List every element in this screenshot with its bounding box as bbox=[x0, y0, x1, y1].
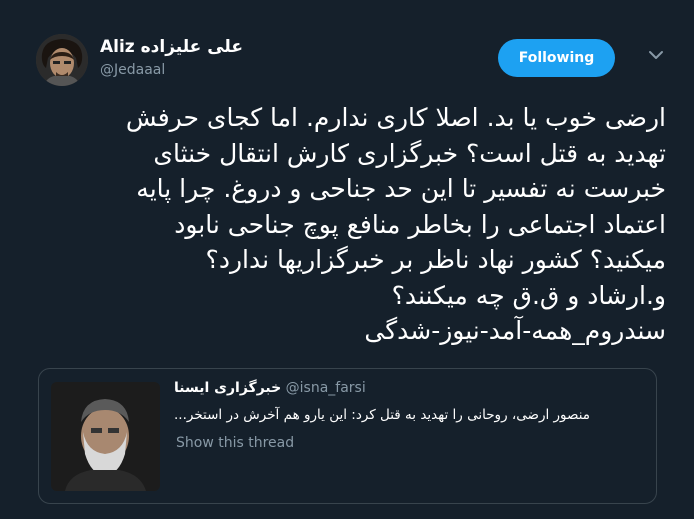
author-display-name[interactable]: Aliz علی علیزاده bbox=[100, 37, 243, 57]
tweet-line: اعتماد اجتماعی را بخاطر منافع پوچ جناحی … bbox=[174, 209, 666, 239]
author-handle[interactable]: @Jedaaal bbox=[100, 62, 165, 78]
quoted-author-name: خبرگزاری ایسنا bbox=[174, 380, 282, 396]
author-avatar[interactable] bbox=[36, 34, 88, 86]
tweet-line: خبرست نه تفسیر تا این حد جناحی و دروغ. چ… bbox=[136, 174, 666, 203]
tweet-text: ارضی خوب یا بد. اصلا کاری ندارم. اما کجا… bbox=[34, 100, 666, 349]
tweet-line-hashtag[interactable]: سندروم_همه-آمد-نیوز-شدگی bbox=[34, 313, 666, 349]
tweet-line: و.ارشاد و ق.ق چه میکنند؟ bbox=[391, 280, 666, 310]
quoted-author-handle: @isna_farsi bbox=[285, 380, 366, 396]
following-button[interactable]: Following bbox=[498, 39, 615, 77]
quoted-tweet-image[interactable] bbox=[51, 382, 160, 491]
quoted-tweet-text: منصور ارضی، روحانی را تهدید به قتل کرد: … bbox=[174, 407, 591, 423]
tweet-line: میکنید؟ کشور نهاد ناظر بر خبرگزاریها ندا… bbox=[205, 245, 666, 274]
quoted-tweet-card[interactable]: خبرگزاری ایسنا @isna_farsi منصور ارضی، ر… bbox=[38, 368, 657, 504]
author-name-persian: علی علیزاده bbox=[140, 37, 243, 57]
author-name-latin: Aliz bbox=[100, 37, 135, 57]
tweet-line: تهدید به قتل است؟ خبرگزاری کارش انتقال خ… bbox=[153, 138, 666, 168]
quoted-tweet-header: خبرگزاری ایسنا @isna_farsi bbox=[174, 380, 639, 402]
tweet-line: ارضی خوب یا بد. اصلا کاری ندارم. اما کجا… bbox=[125, 103, 666, 132]
chevron-down-icon[interactable] bbox=[647, 46, 665, 64]
show-thread-link[interactable]: Show this thread bbox=[176, 435, 294, 451]
